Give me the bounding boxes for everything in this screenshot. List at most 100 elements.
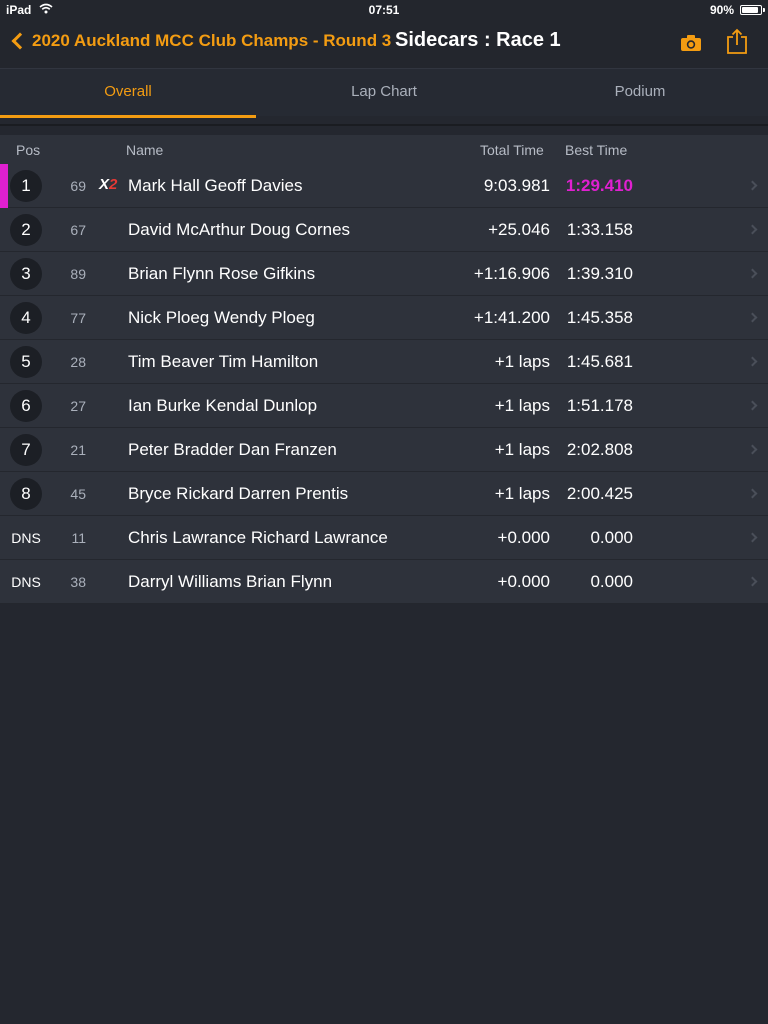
chevron-right-icon: [747, 356, 758, 367]
total-time: +1 laps: [494, 440, 550, 459]
camera-icon: [681, 35, 701, 51]
rider-number: 27: [70, 398, 86, 414]
best-time: 1:29.410: [565, 176, 633, 195]
chevron-right-icon: [747, 312, 758, 323]
fastest-marker: [0, 340, 8, 384]
chevron-right-icon: [747, 488, 758, 499]
best-time: 2:00.425: [566, 484, 633, 503]
rider-number: 89: [70, 266, 86, 282]
position-badge: 4: [10, 302, 42, 334]
chevron-left-icon: [11, 32, 29, 50]
rider-number: 77: [70, 310, 86, 326]
rider-name: Nick Ploeg Wendy Ploeg: [128, 308, 315, 327]
table-row[interactable]: 5 28 Tim Beaver Tim Hamilton +1 laps 1:4…: [0, 340, 768, 384]
status-time: 07:51: [368, 3, 400, 17]
rider-name: Tim Beaver Tim Hamilton: [128, 352, 319, 371]
rider-name: Bryce Rickard Darren Prentis: [128, 484, 349, 503]
best-time: 1:45.681: [566, 352, 633, 371]
total-time: +1 laps: [494, 484, 550, 503]
table-row[interactable]: 7 21 Peter Bradder Dan Franzen +1 laps 2…: [0, 428, 768, 472]
chevron-right-icon: [747, 224, 758, 235]
table-row[interactable]: 2 67 David McArthur Doug Cornes +25.046 …: [0, 208, 768, 252]
table-row[interactable]: 1 69 X2 Mark Hall Geoff Davies 9:03.981 …: [0, 164, 768, 208]
table-row[interactable]: 4 77 Nick Ploeg Wendy Ploeg +1:41.200 1:…: [0, 296, 768, 340]
total-time: +1:41.200: [473, 308, 550, 327]
position-badge: DNS: [11, 530, 41, 546]
tab-bar: Overall Lap Chart Podium: [0, 68, 768, 118]
position-badge: 5: [10, 346, 42, 378]
rider-name: Peter Bradder Dan Franzen: [128, 440, 337, 459]
total-time: +0.000: [497, 528, 550, 547]
rider-number: 11: [71, 530, 86, 546]
position-badge: 1: [10, 170, 42, 202]
table-row[interactable]: DNS 38 Darryl Williams Brian Flynn +0.00…: [0, 560, 768, 604]
chevron-right-icon: [747, 268, 758, 279]
rider-number: 67: [70, 222, 86, 238]
header-pos: Pos: [16, 142, 41, 158]
rider-number: 45: [70, 486, 86, 502]
class-badge: X2: [99, 176, 118, 193]
battery-icon: [740, 5, 765, 15]
rider-number: 69: [70, 178, 86, 194]
rider-name: Darryl Williams Brian Flynn: [128, 572, 333, 591]
position-badge: 7: [10, 434, 42, 466]
camera-button[interactable]: [680, 34, 702, 52]
best-time: 2:02.808: [566, 440, 633, 459]
share-icon: [727, 28, 747, 54]
chevron-right-icon: [747, 532, 758, 543]
divider: [0, 124, 768, 126]
table-header: Pos Name Total Time Best Time: [0, 135, 768, 164]
best-time: 0.000: [590, 572, 633, 591]
fastest-marker: [0, 472, 8, 516]
fastest-marker: [0, 296, 8, 340]
back-label: 2020 Auckland MCC Club Champs - Round 3: [32, 31, 392, 50]
total-time: +1:16.906: [473, 264, 550, 283]
best-time: 1:33.158: [566, 220, 633, 239]
rider-name: Ian Burke Kendal Dunlop: [128, 396, 318, 415]
table-row[interactable]: 6 27 Ian Burke Kendal Dunlop +1 laps 1:5…: [0, 384, 768, 428]
tab-overall[interactable]: Overall: [0, 69, 256, 118]
share-button[interactable]: [726, 28, 748, 54]
rider-number: 21: [70, 442, 86, 458]
total-time: +1 laps: [494, 352, 550, 371]
status-bar: iPad 07:51 90%: [0, 0, 768, 20]
table-row[interactable]: 3 89 Brian Flynn Rose Gifkins +1:16.906 …: [0, 252, 768, 296]
rider-name: Brian Flynn Rose Gifkins: [128, 264, 316, 283]
header-total-time: Total Time: [480, 142, 544, 158]
best-time: 1:45.358: [566, 308, 633, 327]
fastest-marker: [0, 252, 8, 296]
navigation-bar: 2020 Auckland MCC Club Champs - Round 3 …: [0, 20, 768, 68]
rider-name: Mark Hall Geoff Davies: [128, 176, 303, 195]
position-badge: 3: [10, 258, 42, 290]
tab-podium[interactable]: Podium: [512, 69, 768, 116]
position-badge: 8: [10, 478, 42, 510]
best-time: 1:51.178: [566, 396, 633, 415]
header-best-time: Best Time: [565, 142, 628, 158]
total-time: +1 laps: [494, 396, 550, 415]
rider-number: 38: [70, 574, 86, 590]
table-row[interactable]: 8 45 Bryce Rickard Darren Prentis +1 lap…: [0, 472, 768, 516]
table-row[interactable]: DNS 11 Chris Lawrance Richard Lawrance +…: [0, 516, 768, 560]
fastest-marker: [0, 428, 8, 472]
best-time: 1:39.310: [566, 264, 633, 283]
tab-lap-chart[interactable]: Lap Chart: [256, 69, 512, 116]
fastest-marker: [0, 384, 8, 428]
page-title: Sidecars : Race 1: [395, 29, 561, 51]
rider-name: Chris Lawrance Richard Lawrance: [128, 528, 388, 547]
header-name: Name: [126, 142, 164, 158]
total-time: +25.046: [488, 220, 550, 239]
chevron-right-icon: [747, 576, 758, 587]
total-time: 9:03.981: [483, 176, 550, 195]
chevron-right-icon: [747, 444, 758, 455]
back-button[interactable]: 2020 Auckland MCC Club Champs - Round 3: [10, 31, 391, 51]
position-badge: DNS: [11, 574, 41, 590]
total-time: +0.000: [497, 572, 550, 591]
chevron-right-icon: [747, 180, 758, 191]
rider-number: 28: [70, 354, 86, 370]
battery-percent: 90%: [709, 3, 734, 17]
chevron-right-icon: [747, 400, 758, 411]
rider-name: David McArthur Doug Cornes: [128, 220, 351, 239]
best-time: 0.000: [590, 528, 633, 547]
fastest-marker: [0, 164, 8, 208]
fastest-marker: [0, 208, 8, 252]
